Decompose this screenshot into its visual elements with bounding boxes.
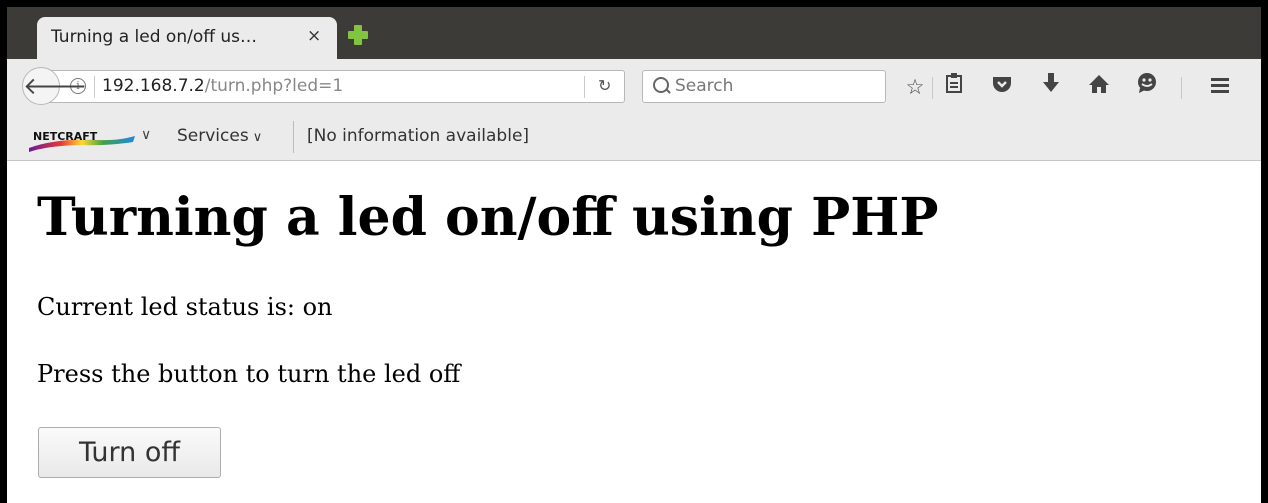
search-icon (653, 77, 669, 93)
url-path: /turn.php?led=1 (204, 76, 344, 96)
page-content: Turning a led on/off using PHP Current l… (7, 161, 1261, 503)
url-bar[interactable]: i 192.168.7.2/turn.php?led=1 ↻ (45, 70, 625, 103)
home-svg (1089, 75, 1109, 93)
pocket-icon[interactable] (987, 72, 1017, 102)
tab-title: Turning a led on/off us… (51, 27, 257, 47)
back-button[interactable]: 🡐 (22, 67, 87, 105)
site-info-text: [No information available] (307, 126, 530, 146)
services-label: Services (177, 126, 249, 146)
download-icon[interactable] (1036, 72, 1066, 102)
turn-off-button[interactable]: Turn off (38, 427, 221, 478)
chevron-down-icon: ∨ (252, 130, 263, 145)
new-tab-plus-icon[interactable] (346, 23, 370, 47)
pocket-svg (993, 77, 1011, 92)
home-icon[interactable] (1084, 72, 1114, 102)
instruction-text: Press the button to turn the led off (37, 360, 461, 388)
tab-close-button[interactable]: × (307, 26, 321, 46)
services-menu[interactable]: Services ∨ (177, 126, 262, 146)
hamburger-svg (1211, 78, 1229, 93)
led-status-text: Current led status is: on (37, 293, 333, 321)
hamburger-menu-icon[interactable] (1205, 72, 1235, 102)
page-title: Turning a led on/off using PHP (37, 187, 939, 248)
tab-strip: Turning a led on/off us… × (7, 7, 1261, 61)
netcraft-logo-text: NETCRAFT (33, 130, 98, 143)
url-host: 192.168.7.2 (102, 76, 205, 96)
netcraft-logo-svg: NETCRAFT (29, 130, 135, 152)
search-placeholder: Search (675, 76, 734, 96)
reload-icon[interactable]: ↻ (598, 76, 611, 95)
reading-list-icon[interactable] (939, 72, 969, 102)
netcraft-divider (293, 121, 294, 153)
reload-divider (584, 76, 585, 98)
toolbar-divider (932, 77, 933, 99)
hello-icon[interactable] (1132, 72, 1162, 102)
tab-active[interactable]: Turning a led on/off us… × (37, 17, 337, 61)
hello-svg (1138, 73, 1156, 93)
chevron-down-icon[interactable]: ∨ (141, 127, 151, 143)
navigation-toolbar: i 192.168.7.2/turn.php?led=1 ↻ 🡐 Search … (7, 59, 1261, 113)
reading-list-svg (946, 73, 962, 93)
toolbar-divider (1181, 77, 1182, 99)
netcraft-toolbar: NETCRAFT ∨ Services ∨ [No information ava… (7, 113, 1261, 161)
search-input[interactable]: Search (642, 70, 886, 103)
url-divider (94, 76, 95, 98)
bookmark-star-icon[interactable]: ☆ (900, 72, 930, 102)
netcraft-logo[interactable]: NETCRAFT (27, 126, 137, 154)
url-text[interactable]: 192.168.7.2/turn.php?led=1 (102, 76, 343, 96)
browser-window: Turning a led on/off us… × i 192.168.7.2… (7, 7, 1261, 503)
back-arrow-icon: 🡐 (23, 72, 88, 100)
download-svg (1043, 73, 1059, 92)
